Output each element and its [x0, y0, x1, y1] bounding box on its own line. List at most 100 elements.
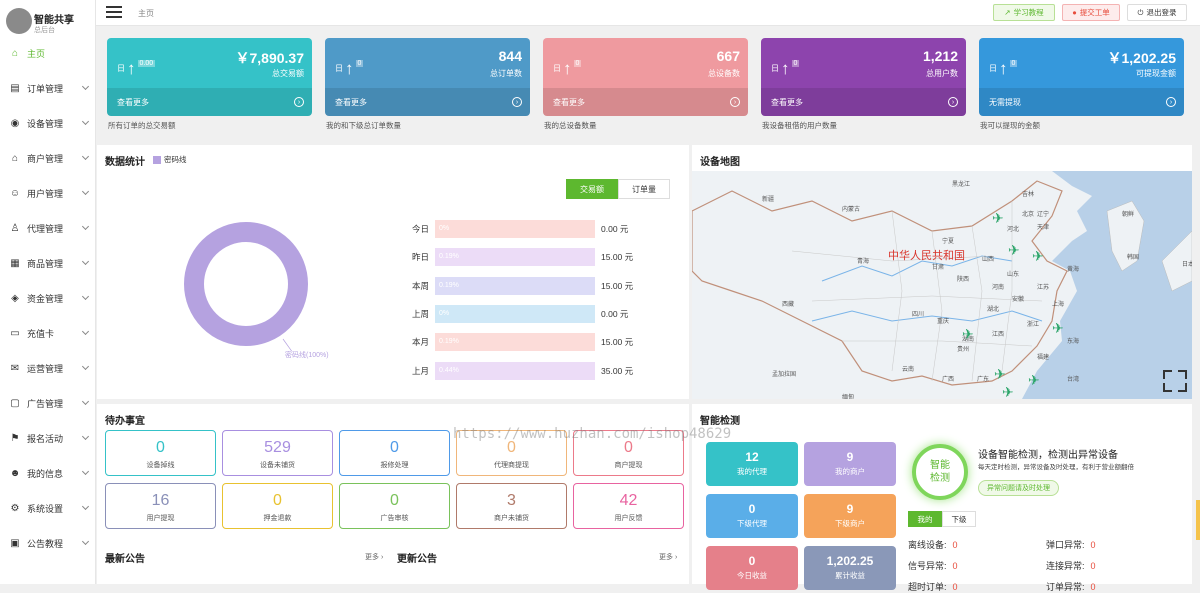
stats-tabs: 交易额 订单量	[566, 179, 670, 199]
detect-card-value: 1,202.25	[826, 554, 874, 568]
map-place-label: 朝鲜	[1122, 210, 1134, 218]
sidebar-item-operation[interactable]: ✉ 运营管理	[0, 351, 96, 386]
breadcrumb[interactable]: 主页	[138, 8, 154, 19]
device-map[interactable]: 新疆 内蒙古 黑龙江 吉林 辽宁 北京 天津 河北 山西 朝鲜 韩国 日本 宁夏 青海 甘肃 陕西 山东 河南 江苏…	[692, 171, 1192, 399]
device-marker-icon[interactable]: ✈	[994, 366, 1006, 382]
device-marker-icon[interactable]: ✈	[962, 326, 974, 342]
sidebar-item-profile[interactable]: ☻ 我的信息	[0, 456, 96, 491]
circle-line-1: 智能	[930, 460, 950, 471]
sidebar-item-label: 运营管理	[27, 364, 64, 374]
detect-subtext: 每天定时检测，异常设备及时处理，有利于营业额翻倍	[978, 464, 1134, 471]
todo-item[interactable]: 42 用户反馈	[573, 483, 684, 529]
detect-card[interactable]: 9 下级商户	[804, 494, 896, 538]
todo-item[interactable]: 16 用户提现	[105, 483, 216, 529]
stat-footer-link[interactable]: 查看更多 ›	[107, 88, 312, 116]
todo-item[interactable]: 0 广告审核	[339, 483, 450, 529]
todo-item[interactable]: 3 商户未铺货	[456, 483, 567, 529]
sidebar-item-device[interactable]: ◉ 设备管理	[0, 106, 96, 141]
device-marker-icon[interactable]: ✈	[992, 210, 1004, 226]
detect-card-value: 0	[748, 502, 756, 516]
todo-item[interactable]: 529 设备未铺货	[222, 430, 333, 476]
detect-card-value: 9	[846, 450, 854, 464]
ad-icon: ▢	[10, 398, 20, 409]
stat-card: 1,212 总用户数 日 ↑ 0 查看更多 ›	[761, 38, 966, 116]
tab-orders[interactable]: 订单量	[618, 179, 670, 199]
stat-row: 昨日 0.19% 15.00 元	[407, 248, 634, 267]
sidebar-item-order[interactable]: ▤ 订单管理	[0, 71, 96, 106]
sidebar-item-settings[interactable]: ⚙ 系统设置	[0, 491, 96, 526]
logout-button[interactable]: ⏻ 退出登录	[1127, 4, 1187, 21]
stat-label: 总交易额	[272, 69, 304, 78]
map-place-label: 重庆	[937, 317, 949, 325]
stat-day-label: 日	[771, 64, 779, 73]
tab-amount[interactable]: 交易额	[566, 179, 618, 199]
sidebar-item-notice[interactable]: ▣ 公告教程	[0, 526, 96, 561]
todo-item[interactable]: 0 报修处理	[339, 430, 450, 476]
device-marker-icon[interactable]: ✈	[1032, 248, 1044, 264]
todo-item[interactable]: 0 押金退款	[222, 483, 333, 529]
data-stats-panel: 数据统计 密码线 交易额 订单量 密码线(100%) 今日 0% 0.00 元昨…	[97, 145, 689, 399]
detect-card-label: 下级代理	[737, 519, 767, 528]
sidebar-item-goods[interactable]: ▦ 商品管理	[0, 246, 96, 281]
sidebar-item-label: 报名活动	[27, 434, 64, 444]
sidebar-item-label: 商品管理	[27, 259, 64, 269]
menu-toggle-icon[interactable]	[106, 6, 122, 19]
submit-ticket-button[interactable]: ● 提交工单	[1062, 4, 1120, 21]
stat-footer-label: 无需提现	[989, 97, 1021, 107]
sidebar-item-user[interactable]: ☺ 用户管理	[0, 176, 96, 211]
detect-card[interactable]: 9 我的商户	[804, 442, 896, 486]
sidebar-item-card[interactable]: ▭ 充值卡	[0, 316, 96, 351]
device-marker-icon[interactable]: ✈	[1028, 372, 1040, 388]
device-marker-icon[interactable]: ✈	[1052, 320, 1064, 336]
tab-mine[interactable]: 我的	[908, 511, 942, 527]
row-value: 15.00 元	[601, 252, 634, 263]
sidebar-item-label: 系统设置	[27, 504, 64, 514]
row-label: 今日	[411, 224, 429, 234]
todo-title: 待办事宜	[105, 416, 145, 427]
chevron-down-icon	[81, 467, 90, 476]
stat-footer-link[interactable]: 查看更多 ›	[761, 88, 966, 116]
sidebar-item-ad[interactable]: ▢ 广告管理	[0, 386, 96, 421]
sidebar-item-money[interactable]: ◈ 资金管理	[0, 281, 96, 316]
stat-footer-link[interactable]: 查看更多 ›	[325, 88, 530, 116]
bar-percent: 0.19%	[439, 253, 459, 261]
todo-item[interactable]: 0 设备掉线	[105, 430, 216, 476]
detect-circle-button[interactable]: 智能 检测	[912, 444, 968, 500]
map-place-label: 东海	[1067, 337, 1079, 345]
device-marker-icon[interactable]: ✈	[1002, 384, 1014, 399]
avatar[interactable]	[6, 8, 32, 34]
notice-more-link[interactable]: 更多 ›	[365, 552, 383, 562]
stat-description: 所有订单的总交易额	[108, 121, 176, 130]
tutorial-button[interactable]: ↗ 学习教程	[993, 4, 1055, 21]
stat-day-label: 日	[553, 64, 561, 73]
map-canvas[interactable]: 新疆内蒙古 黑龙江吉林辽宁北京天津 河北山西 朝鲜韩国日本 宁夏青海甘肃陕西 山东河南 江苏…	[692, 171, 1192, 399]
top-header: 主页 ↗ 学习教程 ● 提交工单 ⏻ 退出登录	[96, 0, 1200, 26]
sidebar-item-activity[interactable]: ⚑ 报名活动	[0, 421, 96, 456]
arrow-up-icon: ↑	[781, 59, 790, 78]
detect-card[interactable]: 1,202.25 累计收益	[804, 546, 896, 590]
card-icon: ▭	[10, 328, 20, 339]
sidebar-item-agent[interactable]: ♙ 代理管理	[0, 211, 96, 246]
chevron-down-icon	[81, 187, 90, 196]
handle-abnormal-button[interactable]: 异常问题请及时处理	[978, 480, 1059, 496]
stat-footer-link[interactable]: 查看更多 ›	[543, 88, 748, 116]
store-icon: ⌂	[11, 153, 19, 164]
abnormal-value: 0	[1090, 561, 1096, 571]
side-float-tab[interactable]	[1196, 500, 1200, 540]
detect-card[interactable]: 0 下级代理	[706, 494, 798, 538]
tab-subordinate[interactable]: 下级	[942, 511, 976, 527]
chart-legend[interactable]: 密码线	[153, 154, 187, 165]
sidebar-item-home[interactable]: ⌂ 主页	[0, 36, 96, 71]
sidebar-item-store[interactable]: ⌂ 商户管理	[0, 141, 96, 176]
stat-day-label: 日	[989, 64, 997, 73]
detect-card[interactable]: 0 今日收益	[706, 546, 798, 590]
map-place-label: 四川	[912, 311, 924, 318]
device-marker-icon[interactable]: ✈	[1008, 242, 1020, 258]
detect-card[interactable]: 12 我的代理	[706, 442, 798, 486]
stat-card: ￥7,890.37 总交易额 日 ↑ 0.00 查看更多 ›	[107, 38, 312, 116]
news-more-link[interactable]: 更多 ›	[659, 552, 677, 562]
stat-footer-link[interactable]: 无需提现 ›	[979, 88, 1184, 116]
stat-footer-label: 查看更多	[771, 97, 803, 107]
device-icon: ◉	[10, 118, 20, 129]
chevron-down-icon	[81, 152, 90, 161]
